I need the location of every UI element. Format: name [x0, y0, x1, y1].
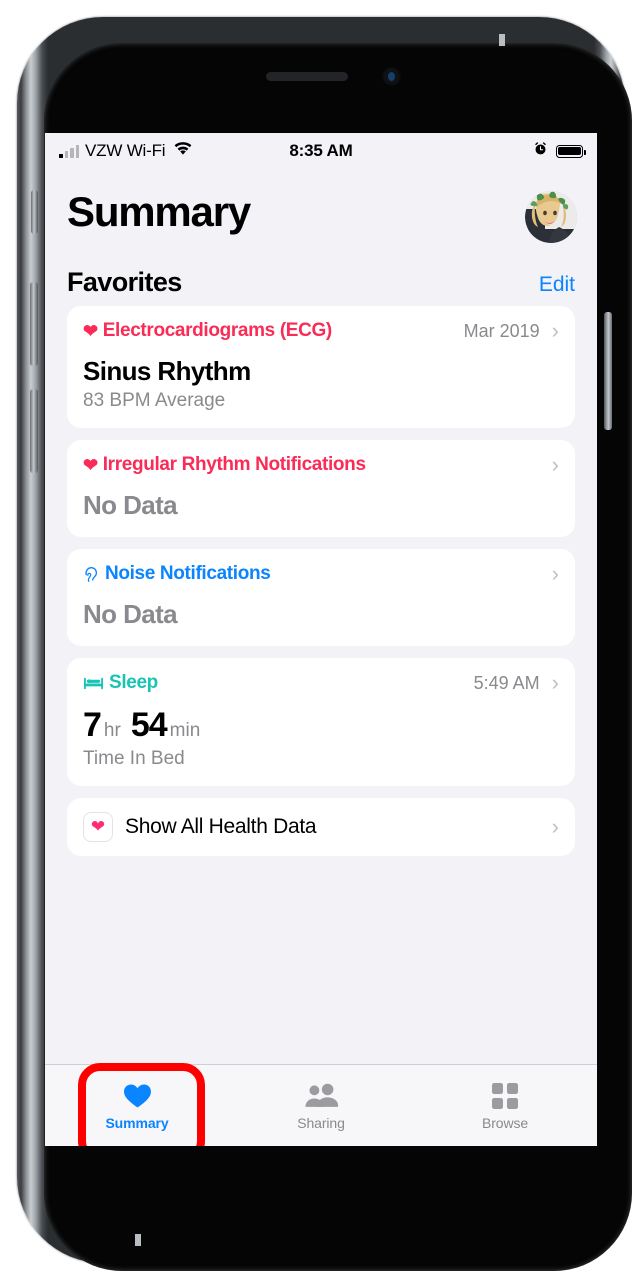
tab-label: Sharing — [297, 1114, 345, 1131]
sleep-minutes-unit: min — [169, 720, 201, 741]
favorites-section-header: Favorites Edit — [45, 243, 597, 306]
ear-icon — [83, 566, 100, 583]
heart-icon: ❤ — [83, 455, 98, 475]
card-value: No Data — [83, 490, 178, 520]
sleep-hours-unit: hr — [103, 720, 121, 741]
heart-icon: ❤ — [83, 321, 98, 341]
section-title: Favorites — [67, 267, 182, 297]
card-header: ❤ Electrocardiograms (ECG) Mar 2019 › — [83, 320, 559, 342]
status-bar-left: VZW Wi-Fi — [59, 141, 289, 161]
page-header: Summary — [45, 169, 597, 243]
tab-label: Browse — [481, 1114, 529, 1131]
card-sleep[interactable]: Sleep 5:49 AM › 7 hr 54 min Time In Bed — [67, 658, 575, 786]
card-electrocardiograms[interactable]: ❤ Electrocardiograms (ECG) Mar 2019 › Si… — [67, 306, 575, 428]
front-camera — [382, 67, 401, 86]
health-app-icon: ❤ — [83, 812, 113, 842]
card-title-label: Noise Notifications — [105, 563, 271, 584]
tab-summary[interactable]: Summary — [45, 1065, 229, 1146]
mute-switch[interactable] — [31, 190, 38, 234]
card-timestamp: 5:49 AM — [473, 672, 540, 693]
card-subtitle: Time In Bed — [83, 748, 185, 769]
sleep-minutes-value: 54 — [130, 706, 168, 744]
chevron-right-icon: › — [551, 814, 559, 839]
card-title-label: Irregular Rhythm Notifications — [102, 454, 366, 475]
card-title: ❤ Electrocardiograms (ECG) — [83, 320, 464, 342]
card-subtitle: 83 BPM Average — [83, 390, 226, 411]
card-title-label: Electrocardiograms (ECG) — [102, 320, 333, 341]
card-header: Noise Notifications › — [83, 563, 559, 585]
earpiece-speaker — [266, 72, 348, 81]
chevron-right-icon: › — [551, 670, 559, 695]
card-value: Sinus Rhythm — [83, 356, 251, 386]
heart-icon — [123, 1081, 152, 1111]
card-title: Sleep — [83, 672, 474, 694]
card-value: No Data — [83, 599, 178, 629]
card-value: 7 hr 54 min — [83, 706, 559, 745]
card-noise-notifications[interactable]: Noise Notifications › No Data — [67, 549, 575, 646]
status-bar-right — [353, 141, 586, 161]
card-irregular-rhythm-notifications[interactable]: ❤ Irregular Rhythm Notifications › No Da… — [67, 440, 575, 537]
antenna-line-bottom — [135, 1234, 141, 1246]
card-title-label: Sleep — [109, 672, 158, 693]
status-bar-time: 8:35 AM — [289, 141, 353, 160]
chevron-right-icon: › — [551, 452, 559, 477]
chevron-right-icon: › — [551, 318, 559, 343]
bed-icon — [83, 676, 104, 691]
show-all-health-data-label: Show All Health Data — [125, 815, 317, 838]
carrier-label: VZW Wi-Fi — [85, 141, 166, 160]
phone-screen: VZW Wi-Fi 8:35 AM Summary Favorites Edit… — [45, 133, 597, 1146]
chevron-right-icon: › — [551, 561, 559, 586]
battery-icon — [556, 144, 586, 158]
card-title: Noise Notifications — [83, 563, 552, 585]
card-timestamp: Mar 2019 — [463, 320, 540, 341]
wifi-icon — [173, 141, 193, 161]
edit-button[interactable]: Edit — [539, 273, 575, 297]
status-bar: VZW Wi-Fi 8:35 AM — [45, 133, 597, 169]
card-header: ❤ Irregular Rhythm Notifications › — [83, 454, 559, 476]
volume-up-button[interactable] — [30, 282, 38, 366]
page-title: Summary — [67, 188, 251, 235]
card-header: Sleep 5:49 AM › — [83, 672, 559, 694]
power-button[interactable] — [604, 312, 612, 430]
tab-bar: Summary Sharing Browse — [45, 1063, 597, 1146]
grid-icon — [492, 1081, 518, 1111]
tab-label: Summary — [105, 1114, 169, 1131]
people-icon — [304, 1081, 338, 1111]
summary-scroll-view[interactable]: Summary Favorites Edit ❤ Electrocardiogr… — [45, 169, 597, 1064]
show-all-health-data-row[interactable]: ❤ Show All Health Data › — [67, 798, 575, 856]
volume-down-button[interactable] — [30, 389, 38, 473]
tab-sharing[interactable]: Sharing — [229, 1065, 413, 1146]
profile-avatar[interactable] — [525, 191, 577, 243]
card-title: ❤ Irregular Rhythm Notifications — [83, 454, 552, 476]
antenna-line-top — [499, 34, 505, 46]
signal-bars-icon — [59, 144, 79, 158]
tab-browse[interactable]: Browse — [413, 1065, 597, 1146]
alarm-clock-icon — [533, 141, 548, 161]
sleep-hours-value: 7 — [83, 706, 102, 744]
